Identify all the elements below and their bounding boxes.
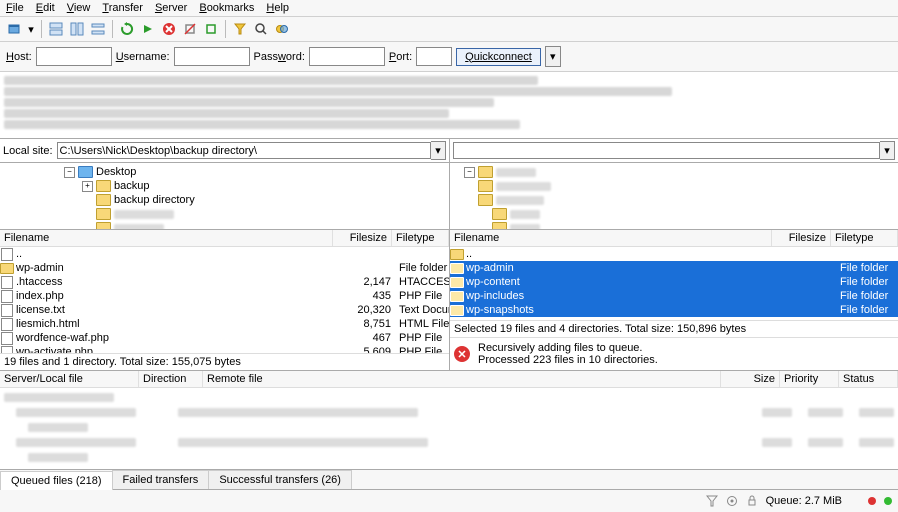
col-filetype[interactable]: Filetype [392, 230, 449, 246]
queue-msg-2: Processed 223 files in 10 directories. [478, 354, 658, 366]
username-input[interactable] [174, 47, 250, 66]
menu-server[interactable]: Server [155, 2, 187, 14]
menu-help[interactable]: Help [266, 2, 289, 14]
queue-size: Queue: 2.7 MiB [766, 495, 842, 507]
list-item[interactable]: .htaccess2,147HTACCESS [0, 275, 449, 289]
list-item[interactable]: wp-activate.php5,609PHP File [0, 345, 449, 353]
menu-bookmarks[interactable]: Bookmarks [199, 2, 254, 14]
toggle-log-icon[interactable] [46, 19, 66, 39]
tree-node-desktop[interactable]: Desktop [96, 166, 136, 178]
col-filename[interactable]: Filename [0, 230, 333, 246]
col-priority[interactable]: Priority [780, 371, 839, 387]
tab-failed-transfers[interactable]: Failed transfers [112, 470, 210, 489]
status-bar: Queue: 2.7 MiB [0, 490, 898, 512]
menu-file[interactable]: File [6, 2, 24, 14]
error-icon: ✕ [454, 346, 470, 362]
list-item[interactable]: index.php435PHP File [0, 289, 449, 303]
refresh-icon[interactable] [117, 19, 137, 39]
list-item[interactable]: wp-includesFile folder [450, 289, 898, 303]
site-manager-icon[interactable] [4, 19, 24, 39]
filter-status-icon[interactable] [706, 495, 718, 507]
col-filename[interactable]: Filename [450, 230, 772, 246]
cancel-icon[interactable] [159, 19, 179, 39]
tree-row: −Desktop +backup backup directory − [0, 163, 898, 230]
local-site-label: Local site: [3, 145, 57, 157]
list-item[interactable]: wp-adminFile folder [450, 261, 898, 275]
tab-successful-transfers[interactable]: Successful transfers (26) [208, 470, 352, 489]
host-input[interactable] [36, 47, 112, 66]
list-item[interactable]: wordfence-waf.php467PHP File [0, 331, 449, 345]
quickconnect-history-dropdown[interactable]: ▾ [545, 46, 561, 67]
toolbar: ▾ [0, 17, 898, 42]
transfer-queue: Server/Local file Direction Remote file … [0, 371, 898, 470]
tab-queued-files[interactable]: Queued files (218) [0, 471, 113, 490]
menu-transfer[interactable]: Transfer [102, 2, 143, 14]
col-filesize[interactable]: Filesize [772, 230, 831, 246]
host-label: Host: [6, 51, 32, 63]
tree-node-backup[interactable]: backup [114, 180, 149, 192]
queue-msg-1: Recursively adding files to queue. [478, 342, 658, 354]
site-path-bar: Local site: ▾ ▾ [0, 139, 898, 163]
list-item[interactable]: license.txt20,320Text Document [0, 303, 449, 317]
quickconnect-bar: Host: Username: Password: Port: Quickcon… [0, 42, 898, 72]
remote-path-dropdown[interactable]: ▾ [880, 141, 895, 160]
queue-message: ✕ Recursively adding files to queue. Pro… [450, 337, 898, 370]
tree-node-backup-directory[interactable]: backup directory [114, 194, 195, 206]
list-item[interactable]: wp-contentFile folder [450, 275, 898, 289]
menu-edit[interactable]: Edit [36, 2, 55, 14]
toggle-tree-icon[interactable] [67, 19, 87, 39]
username-label: Username: [116, 51, 170, 63]
lock-status-icon[interactable] [746, 495, 758, 507]
remote-file-list: Filename Filesize Filetype ..wp-adminFil… [450, 230, 898, 370]
filter-icon[interactable] [230, 19, 250, 39]
transfer-body[interactable] [0, 388, 898, 469]
local-path-input[interactable] [57, 142, 431, 159]
col-filesize[interactable]: Filesize [333, 230, 392, 246]
local-path-dropdown[interactable]: ▾ [431, 141, 446, 160]
quickconnect-button[interactable]: Quickconnect [456, 48, 541, 66]
queue-tabs: Queued files (218) Failed transfers Succ… [0, 470, 898, 490]
settings-status-icon[interactable] [726, 495, 738, 507]
local-status: 19 files and 1 directory. Total size: 15… [0, 353, 449, 370]
port-label: Port: [389, 51, 412, 63]
col-filetype[interactable]: Filetype [831, 230, 898, 246]
reconnect-icon[interactable] [201, 19, 221, 39]
search-icon[interactable] [251, 19, 271, 39]
list-item[interactable]: liesmich.html8,751HTML File [0, 317, 449, 331]
col-server-local[interactable]: Server/Local file [0, 371, 139, 387]
col-direction[interactable]: Direction [139, 371, 203, 387]
password-label: Password: [254, 51, 305, 63]
menu-bar: File Edit View Transfer Server Bookmarks… [0, 0, 898, 17]
menu-view[interactable]: View [67, 2, 91, 14]
file-lists-row: Filename Filesize Filetype ..wp-adminFil… [0, 230, 898, 371]
local-file-list: Filename Filesize Filetype ..wp-adminFil… [0, 230, 450, 370]
remote-path-input[interactable] [453, 142, 880, 159]
status-dot-1 [868, 497, 876, 505]
remote-list-body[interactable]: ..wp-adminFile folderwp-contentFile fold… [450, 247, 898, 320]
disconnect-icon[interactable] [180, 19, 200, 39]
password-input[interactable] [309, 47, 385, 66]
list-item[interactable]: .. [0, 247, 449, 261]
site-manager-dropdown-icon[interactable]: ▾ [25, 19, 37, 39]
status-dot-2 [884, 497, 892, 505]
remote-tree[interactable]: − [450, 163, 898, 229]
message-log[interactable] [0, 72, 898, 139]
col-status[interactable]: Status [839, 371, 898, 387]
list-item[interactable]: wp-snapshotsFile folder [450, 303, 898, 317]
col-remote-file[interactable]: Remote file [203, 371, 721, 387]
remote-status: Selected 19 files and 4 directories. Tot… [450, 320, 898, 337]
col-size[interactable]: Size [721, 371, 780, 387]
local-tree[interactable]: −Desktop +backup backup directory [0, 163, 450, 229]
toggle-queue-icon[interactable] [88, 19, 108, 39]
local-list-body[interactable]: ..wp-adminFile folder.htaccess2,147HTACC… [0, 247, 449, 353]
port-input[interactable] [416, 47, 452, 66]
compare-icon[interactable] [272, 19, 292, 39]
list-item[interactable]: wp-adminFile folder [0, 261, 449, 275]
process-queue-icon[interactable] [138, 19, 158, 39]
list-item[interactable]: .. [450, 247, 898, 261]
